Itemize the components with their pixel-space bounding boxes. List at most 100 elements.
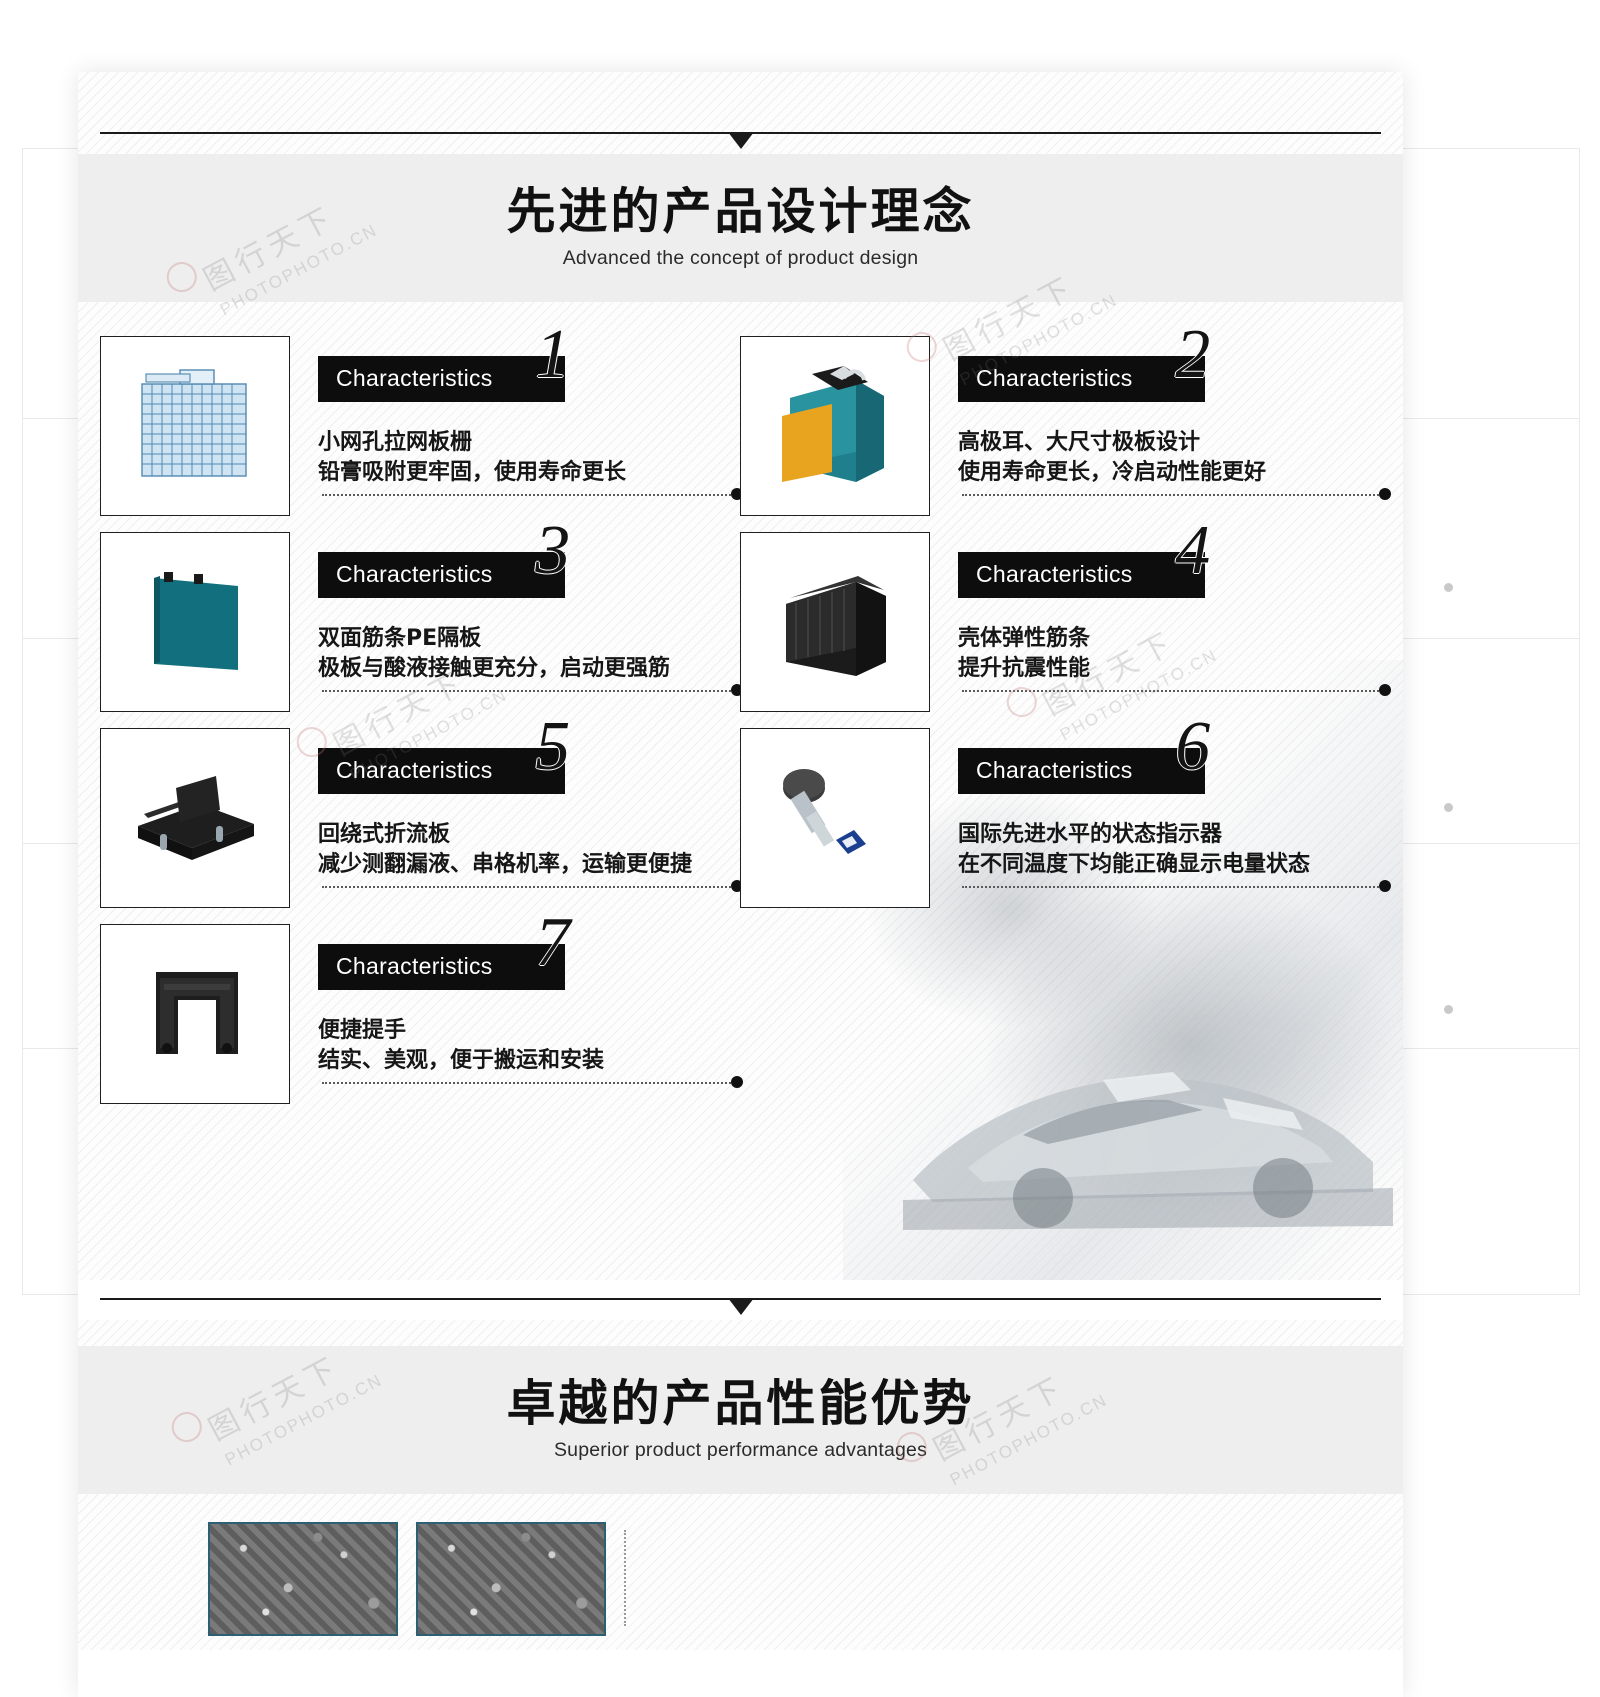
feature-line2-1: 铅膏吸附更牢固，使用寿命更长 [318,460,627,486]
feature-desc-1: 小网孔拉网板栅 铅膏吸附更牢固，使用寿命更长 [318,428,740,489]
feature-card-7[interactable]: Characteristics 7 便捷提手 结实、美观，便于搬运和安装 [100,908,743,1116]
feature-line2-6: 在不同温度下均能正确显示电量状态 [958,852,1311,878]
feature-chip-6: Characteristics 6 [958,712,1210,794]
feature-line2-4: 提升抗震性能 [958,656,1091,682]
gallery-image [210,1524,396,1634]
feature-line2-3: 极板与酸液接触更充分，启动更强筋 [318,656,671,682]
divider-arrow-icon [727,1298,754,1315]
performance-title-en: Superior product performance advantages [553,1438,928,1461]
feature-row: Characteristics 3 双面筋条PE隔板 极板与酸液接触更充分，启动… [100,516,1391,724]
feature-card-1[interactable]: Characteristics 1 小网孔拉网板栅 铅膏吸附更牢固，使用寿命更长 [100,320,743,528]
feature-body-2: Characteristics 2 高极耳、大尺寸极板设计 使用寿命更长，冷启动… [958,320,1391,510]
feature-desc-2: 高极耳、大尺寸极板设计 使用寿命更长，冷启动性能更好 [958,428,1380,489]
feature-line1-1: 小网孔拉网板栅 [318,430,473,455]
feature-desc-3: 双面筋条PE隔板 极板与酸液接触更充分，启动更强筋 [318,624,740,685]
feature-row: Characteristics 5 回绕式折流板 减少测翻漏液、串格机率，运输更… [100,712,1391,920]
performance-gallery [78,1500,1403,1642]
feature-image-2 [740,336,930,516]
feature-chip-7: Characteristics 7 [318,908,570,990]
feature-line1-5: 回绕式折流板 [318,822,451,847]
chip-label-7: Characteristics [336,953,493,979]
feature-line1-3: 双面筋条PE隔板 [318,626,482,651]
feature-image-4 [740,532,930,712]
chip-label-5: Characteristics [336,757,493,783]
feature-leader-1 [322,488,743,500]
feature-card-4[interactable]: Characteristics 4 壳体弹性筋条 提升抗震性能 [740,516,1391,724]
guide-dot [1444,1005,1453,1014]
feature-chip-2: Characteristics 2 [958,320,1210,402]
feature-chip-4: Characteristics 4 [958,516,1210,598]
chip-label-2: Characteristics [976,365,1133,391]
gallery-item[interactable] [416,1522,606,1636]
feature-number-2: 2 [1175,316,1211,393]
performance-title-cn: 卓越的产品性能优势 [506,1375,975,1433]
gallery-image [418,1524,604,1634]
feature-image-3 [100,532,290,712]
feature-body-3: Characteristics 3 双面筋条PE隔板 极板与酸液接触更充分，启动… [318,516,743,706]
feature-line1-7: 便捷提手 [318,1018,407,1043]
feature-body-4: Characteristics 4 壳体弹性筋条 提升抗震性能 [958,516,1391,706]
feature-body-5: Characteristics 5 回绕式折流板 减少测翻漏液、串格机率，运输更… [318,712,743,902]
feature-row: Characteristics 1 小网孔拉网板栅 铅膏吸附更牢固，使用寿命更长 [100,320,1391,528]
feature-leader-3 [322,684,743,696]
feature-chip-5: Characteristics 5 [318,712,570,794]
feature-chip-1: Characteristics 1 [318,320,570,402]
gallery-divider [624,1530,626,1626]
feature-image-7 [100,924,290,1104]
feature-body-7: Characteristics 7 便捷提手 结实、美观，便于搬运和安装 [318,908,743,1098]
feature-row: Characteristics 7 便捷提手 结实、美观，便于搬运和安装 [100,908,1381,1116]
guide-dot [1444,583,1453,592]
performance-section-header: 卓越的产品性能优势 Superior product performance a… [78,1346,1403,1494]
product-detail-card: 先进的产品设计理念 Advanced the concept of produc… [78,72,1403,1697]
feature-card-5[interactable]: Characteristics 5 回绕式折流板 减少测翻漏液、串格机率，运输更… [100,712,743,920]
mesh-grid-plate-icon [141,369,247,477]
feature-image-6 [740,728,930,908]
feature-line1-2: 高极耳、大尺寸极板设计 [958,430,1201,455]
feature-line2-7: 结实、美观，便于搬运和安装 [318,1048,605,1074]
features-grid: Characteristics 1 小网孔拉网板栅 铅膏吸附更牢固，使用寿命更长 [78,302,1403,1280]
battery-case-icon [786,576,886,676]
section-divider-top [78,114,1403,154]
chip-label-1: Characteristics [336,365,493,391]
feature-line1-6: 国际先进水平的状态指示器 [958,822,1223,847]
feature-line2-5: 减少测翻漏液、串格机率，运输更便捷 [318,852,693,878]
chip-label-6: Characteristics [976,757,1133,783]
baffle-plate-icon [138,776,254,860]
feature-card-6[interactable]: Characteristics 6 国际先进水平的状态指示器 在不同温度下均能正… [740,712,1391,920]
performance-content-band [78,1494,1403,1650]
divider-arrow-icon [727,132,754,149]
feature-leader-5 [322,880,743,892]
feature-leader-6 [962,880,1391,892]
design-title-en: Advanced the concept of product design [562,246,919,269]
design-concept-section: 先进的产品设计理念 Advanced the concept of produc… [78,72,1403,1280]
mid-hatch-band [78,1320,1403,1346]
feature-leader-2 [962,488,1391,500]
feature-image-5 [100,728,290,908]
feature-number-1: 1 [535,316,571,393]
design-title-cn: 先进的产品设计理念 [506,183,975,241]
feature-desc-6: 国际先进水平的状态指示器 在不同温度下均能正确显示电量状态 [958,820,1380,881]
state-indicator-icon [783,769,866,854]
feature-body-6: Characteristics 6 国际先进水平的状态指示器 在不同温度下均能正… [958,712,1391,902]
feature-card-2[interactable]: Characteristics 2 高极耳、大尺寸极板设计 使用寿命更长，冷启动… [740,320,1391,528]
feature-image-1 [100,336,290,516]
chip-label-4: Characteristics [976,561,1133,587]
feature-card-3[interactable]: Characteristics 3 双面筋条PE隔板 极板与酸液接触更充分，启动… [100,516,743,724]
feature-leader-7 [322,1076,743,1088]
feature-leader-4 [962,684,1391,696]
gallery-item[interactable] [208,1522,398,1636]
section-divider-bottom [78,1280,1403,1320]
guide-dot [1444,803,1453,812]
performance-section: 卓越的产品性能优势 Superior product performance a… [78,1280,1403,1650]
design-section-header: 先进的产品设计理念 Advanced the concept of produc… [78,154,1403,302]
feature-chip-3: Characteristics 3 [318,516,570,598]
feature-line1-4: 壳体弹性筋条 [958,626,1091,651]
feature-body-1: Characteristics 1 小网孔拉网板栅 铅膏吸附更牢固，使用寿命更长 [318,320,743,510]
feature-desc-7: 便捷提手 结实、美观，便于搬运和安装 [318,1016,740,1077]
feature-desc-4: 壳体弹性筋条 提升抗震性能 [958,624,1380,685]
carry-handle-icon [156,972,238,1054]
pe-separator-icon [154,572,238,670]
chip-label-3: Characteristics [336,561,493,587]
high-tab-plate-icon [782,366,884,482]
feature-desc-5: 回绕式折流板 减少测翻漏液、串格机率，运输更便捷 [318,820,740,881]
